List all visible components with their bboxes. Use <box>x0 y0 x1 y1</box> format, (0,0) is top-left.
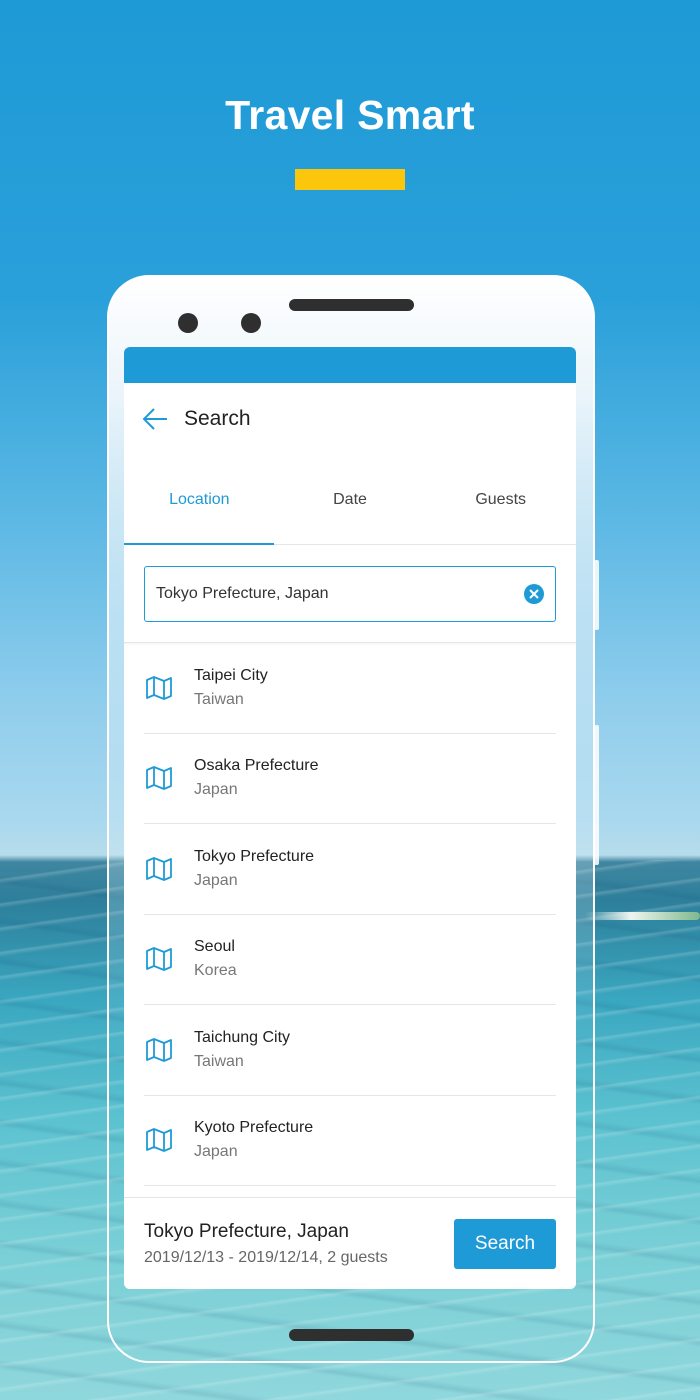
map-icon <box>146 766 172 791</box>
sensor-dot <box>241 313 261 333</box>
app-screen: Search Location Date Guests Taipei City <box>124 347 576 1289</box>
arrow-left-icon[interactable] <box>140 404 170 434</box>
result-item-seoul[interactable]: Seoul Korea <box>144 915 556 1005</box>
result-name: Seoul <box>194 938 235 956</box>
result-country: Taiwan <box>194 690 244 708</box>
map-icon <box>146 675 172 700</box>
result-item-kyoto-prefecture[interactable]: Kyoto Prefecture Japan <box>144 1096 556 1186</box>
search-box <box>144 566 556 622</box>
page-title: Search <box>184 407 251 430</box>
result-item-taichung-city[interactable]: Taichung City Taiwan <box>144 1005 556 1096</box>
status-bar <box>124 347 576 383</box>
result-item-tokyo-prefecture[interactable]: Tokyo Prefecture Japan <box>144 824 556 915</box>
map-icon <box>146 856 172 881</box>
result-name: Taipei City <box>194 666 268 684</box>
phone-side-button <box>594 725 599 865</box>
result-country: Japan <box>194 781 238 799</box>
result-item-taipei-city[interactable]: Taipei City Taiwan <box>144 643 556 734</box>
result-list: Taipei City Taiwan Osaka Prefecture Japa… <box>124 643 576 1186</box>
tab-bar: Location Date Guests <box>124 455 576 545</box>
result-text: Tokyo Prefecture Japan <box>194 846 314 892</box>
search-button[interactable]: Search <box>454 1218 556 1269</box>
result-text: Taichung City Taiwan <box>194 1027 290 1073</box>
hero-title: Travel Smart <box>225 92 475 138</box>
search-input[interactable] <box>156 585 523 603</box>
result-text: Osaka Prefecture Japan <box>194 755 319 801</box>
map-icon <box>146 1128 172 1153</box>
result-country: Japan <box>194 871 238 889</box>
tab-active-indicator <box>124 543 274 545</box>
map-icon <box>146 947 172 972</box>
clear-circle-icon[interactable] <box>523 583 545 605</box>
result-name: Taichung City <box>194 1028 291 1046</box>
result-name: Tokyo Prefecture <box>194 847 315 865</box>
result-country: Korea <box>194 962 237 980</box>
search-section <box>124 545 576 643</box>
map-icon <box>146 1037 172 1062</box>
result-name: Osaka Prefecture <box>194 757 319 775</box>
result-text: Seoul Korea <box>194 936 237 982</box>
result-country: Taiwan <box>194 1052 244 1070</box>
result-country: Japan <box>194 1143 238 1161</box>
camera-dot <box>178 313 198 333</box>
result-item-osaka-prefecture[interactable]: Osaka Prefecture Japan <box>144 734 556 824</box>
phone-speaker <box>289 299 414 311</box>
tab-guests[interactable]: Guests <box>425 455 576 544</box>
phone-volume-button <box>594 560 599 630</box>
booking-summary-bar: Tokyo Prefecture, Japan 2019/12/13 - 201… <box>124 1197 576 1289</box>
result-name: Kyoto Prefecture <box>194 1119 314 1137</box>
result-text: Taipei City Taiwan <box>194 665 268 711</box>
summary-location: Tokyo Prefecture, Japan <box>144 1220 349 1242</box>
tab-date[interactable]: Date <box>275 455 426 544</box>
phone-home-bar <box>289 1329 414 1341</box>
summary-dates-guests: 2019/12/13 - 2019/12/14, 2 guests <box>144 1248 388 1266</box>
tab-location[interactable]: Location <box>124 455 275 544</box>
sand-strip <box>585 912 700 920</box>
booking-summary: Tokyo Prefecture, Japan 2019/12/13 - 201… <box>144 1221 388 1267</box>
app-bar: Search <box>124 383 576 455</box>
result-text: Kyoto Prefecture Japan <box>194 1117 313 1163</box>
hero-accent-bar <box>295 169 405 190</box>
